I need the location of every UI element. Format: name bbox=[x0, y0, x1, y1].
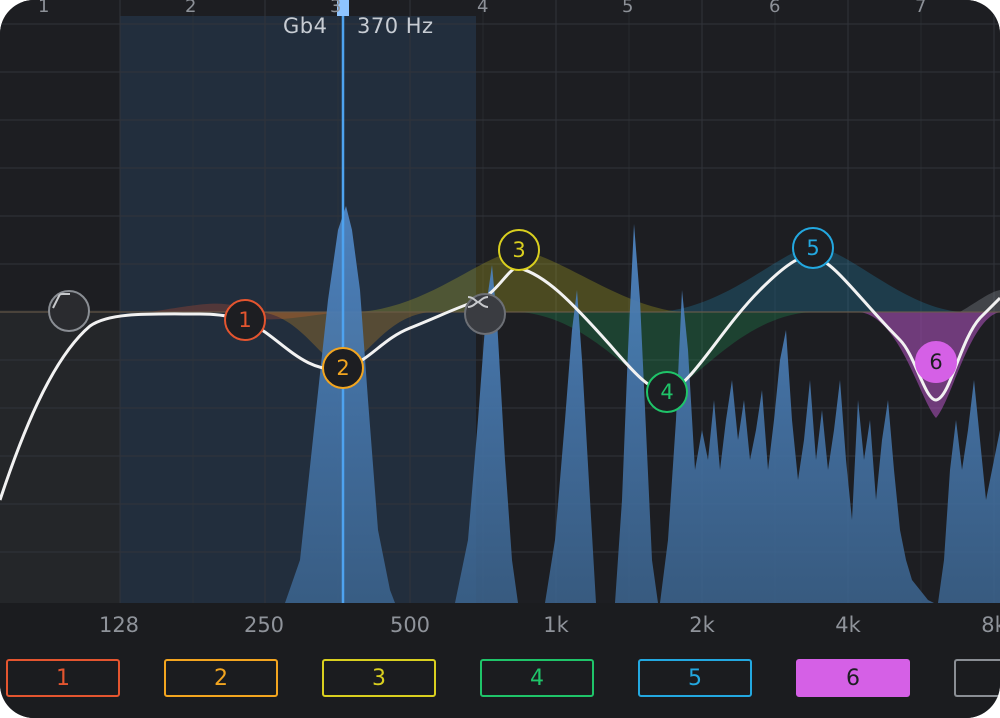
band-button-6[interactable]: 6 bbox=[796, 659, 910, 697]
band-button-2[interactable]: 2 bbox=[164, 659, 278, 697]
ruler-tick-6: 6 bbox=[769, 0, 781, 17]
freq-tick-2k: 2k bbox=[689, 613, 715, 637]
freq-tick-1k: 1k bbox=[543, 613, 569, 637]
freq-tick-500: 500 bbox=[389, 613, 431, 637]
band-button-7[interactable] bbox=[954, 659, 1000, 697]
band-7-shape bbox=[960, 290, 1000, 312]
eq-graph[interactable]: 1 2 3 4 5 6 7 Gb4 370 Hz 1 2 3 4 5 6 bbox=[0, 0, 1000, 603]
band-node-4[interactable]: 4 bbox=[646, 371, 688, 413]
ruler-tick-7: 7 bbox=[915, 0, 927, 17]
freq-tick-128: 128 bbox=[98, 613, 140, 637]
cursor-note: Gb4 bbox=[283, 14, 328, 38]
crossover-glyph bbox=[467, 296, 489, 308]
band-button-4[interactable]: 4 bbox=[480, 659, 594, 697]
band-button-1[interactable]: 1 bbox=[6, 659, 120, 697]
band-selector: 1 2 3 4 5 6 bbox=[0, 647, 1000, 718]
band-node-5[interactable]: 5 bbox=[792, 227, 834, 269]
freq-tick-8k: 8k bbox=[981, 613, 1000, 637]
crossover-icon[interactable] bbox=[464, 293, 506, 335]
cursor-frequency: 370 Hz bbox=[357, 14, 434, 38]
band-button-3[interactable]: 3 bbox=[322, 659, 436, 697]
highpass-icon[interactable] bbox=[48, 290, 90, 332]
freq-tick-250: 250 bbox=[243, 613, 285, 637]
band-button-5[interactable]: 5 bbox=[638, 659, 752, 697]
ruler-tick-5: 5 bbox=[622, 0, 634, 17]
eq-window: 1 2 3 4 5 6 7 Gb4 370 Hz 1 2 3 4 5 6 128 bbox=[0, 0, 1000, 718]
ruler-tick-4: 4 bbox=[477, 0, 489, 17]
ruler-tick-2: 2 bbox=[185, 0, 197, 17]
freq-tick-4k: 4k bbox=[835, 613, 861, 637]
band-node-2[interactable]: 2 bbox=[322, 347, 364, 389]
frequency-axis: 128 250 500 1k 2k 4k 8k bbox=[0, 603, 1000, 647]
highpass-glyph bbox=[52, 293, 70, 309]
band-node-3[interactable]: 3 bbox=[498, 229, 540, 271]
band-node-6[interactable]: 6 bbox=[915, 341, 957, 383]
ruler-tick-1: 1 bbox=[38, 0, 50, 17]
band-node-1[interactable]: 1 bbox=[224, 299, 266, 341]
ruler-tick-3: 3 bbox=[330, 0, 342, 17]
